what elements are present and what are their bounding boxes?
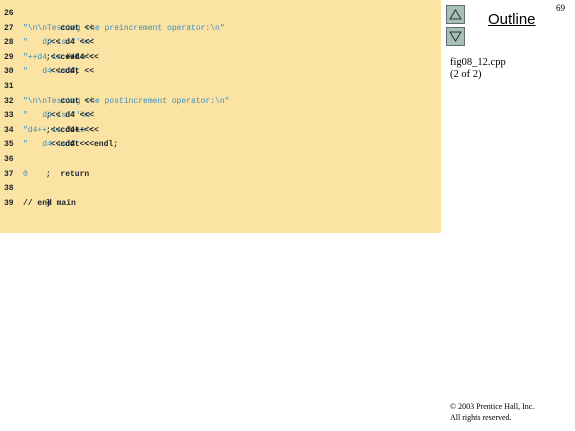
code-line: 37 return 0;: [0, 168, 441, 182]
code-token: << d4++ <<: [46, 125, 104, 135]
code-token: << d4 <<: [46, 111, 95, 121]
next-slide-button[interactable]: [446, 27, 465, 46]
code-text: << " d4 is " << d4 << '\n';: [23, 109, 95, 123]
line-number: 30: [4, 67, 14, 77]
code-text: cout << "++d4 is " << ++d4 << '\n';: [23, 51, 99, 65]
line-number: 32: [4, 96, 14, 106]
code-line: 32 cout << "\n\nTesting the postincremen…: [0, 95, 441, 109]
code-text: } // end main: [23, 197, 76, 211]
page-number: 69: [556, 3, 565, 13]
code-line: 36: [0, 153, 441, 167]
line-number: 27: [4, 23, 14, 33]
code-line: 33 << " d4 is " << d4 << '\n';: [0, 109, 441, 123]
code-line: 35 cout << " d4 is " << d4 << endl;: [0, 138, 441, 152]
code-text: cout << "\n\nTesting the postincrement o…: [23, 95, 229, 109]
code-line: 39 } // end main: [0, 197, 441, 211]
line-number: 39: [4, 198, 14, 208]
code-token: ;: [46, 52, 51, 62]
file-label: fig08_12.cpp (2 of 2): [450, 57, 506, 81]
file-name: fig08_12.cpp: [450, 57, 506, 68]
copyright-line: © 2003 Prentice Hall, Inc.: [450, 402, 535, 411]
line-number: 36: [4, 155, 14, 164]
code-line: 28 << " d4 is " << d4 << '\n';: [0, 36, 441, 50]
copyright-notice: © 2003 Prentice Hall, Inc. All rights re…: [450, 401, 534, 423]
code-line: 31: [0, 80, 441, 94]
code-token: cout <<: [46, 96, 99, 106]
code-token: }: [46, 198, 56, 208]
code-line: 34 cout << "d4++ is " << d4++ << '\n';: [0, 124, 441, 138]
line-number: 35: [4, 140, 14, 150]
line-number: 29: [4, 52, 14, 62]
triangle-up-icon: [449, 9, 462, 20]
line-number: 34: [4, 125, 14, 135]
code-line: 29 cout << "++d4 is " << ++d4 << '\n';: [0, 51, 441, 65]
string-literal: 0: [23, 169, 28, 179]
code-text: return 0;: [23, 168, 89, 182]
rights-line: All rights reserved.: [450, 413, 512, 422]
line-number: 31: [4, 82, 14, 91]
code-line: 26: [0, 7, 441, 21]
line-number: 38: [4, 184, 14, 194]
code-line: 27 cout << "\n\nTesting the preincrement…: [0, 22, 441, 36]
code-token: return: [46, 169, 95, 179]
line-number: 28: [4, 38, 14, 48]
code-token: ;: [46, 38, 51, 48]
code-text: << " d4 is " << d4 << '\n';: [23, 36, 95, 50]
code-text: cout << " d4 is " << d4;: [23, 65, 94, 79]
code-token: << d4 <<: [46, 38, 95, 48]
code-token: ;: [46, 169, 51, 179]
line-number: 26: [4, 9, 14, 18]
code-text: cout << " d4 is " << d4 << endl;: [23, 138, 118, 152]
page-info: (2 of 2): [450, 69, 482, 80]
code-token: ;: [46, 125, 51, 135]
triangle-down-icon: [449, 31, 462, 42]
line-number: 37: [4, 169, 14, 179]
line-number: 33: [4, 111, 14, 121]
code-text: cout << "\n\nTesting the preincrement op…: [23, 22, 225, 36]
code-line: 30 cout << " d4 is " << d4;: [0, 65, 441, 79]
code-panel: 26 27 cout << "\n\nTesting the preincreme…: [0, 0, 441, 233]
code-token: << d4 << endl;: [46, 140, 119, 150]
code-text: cout << "d4++ is " << d4++ << '\n';: [23, 124, 99, 138]
code-token: << ++d4 <<: [46, 52, 104, 62]
previous-slide-button[interactable]: [446, 5, 465, 24]
code-token: cout <<: [46, 23, 99, 33]
code-token: << d4;: [46, 67, 80, 77]
outline-link[interactable]: Outline: [488, 11, 536, 28]
code-token: ;: [46, 111, 51, 121]
code-line: 38: [0, 182, 441, 196]
